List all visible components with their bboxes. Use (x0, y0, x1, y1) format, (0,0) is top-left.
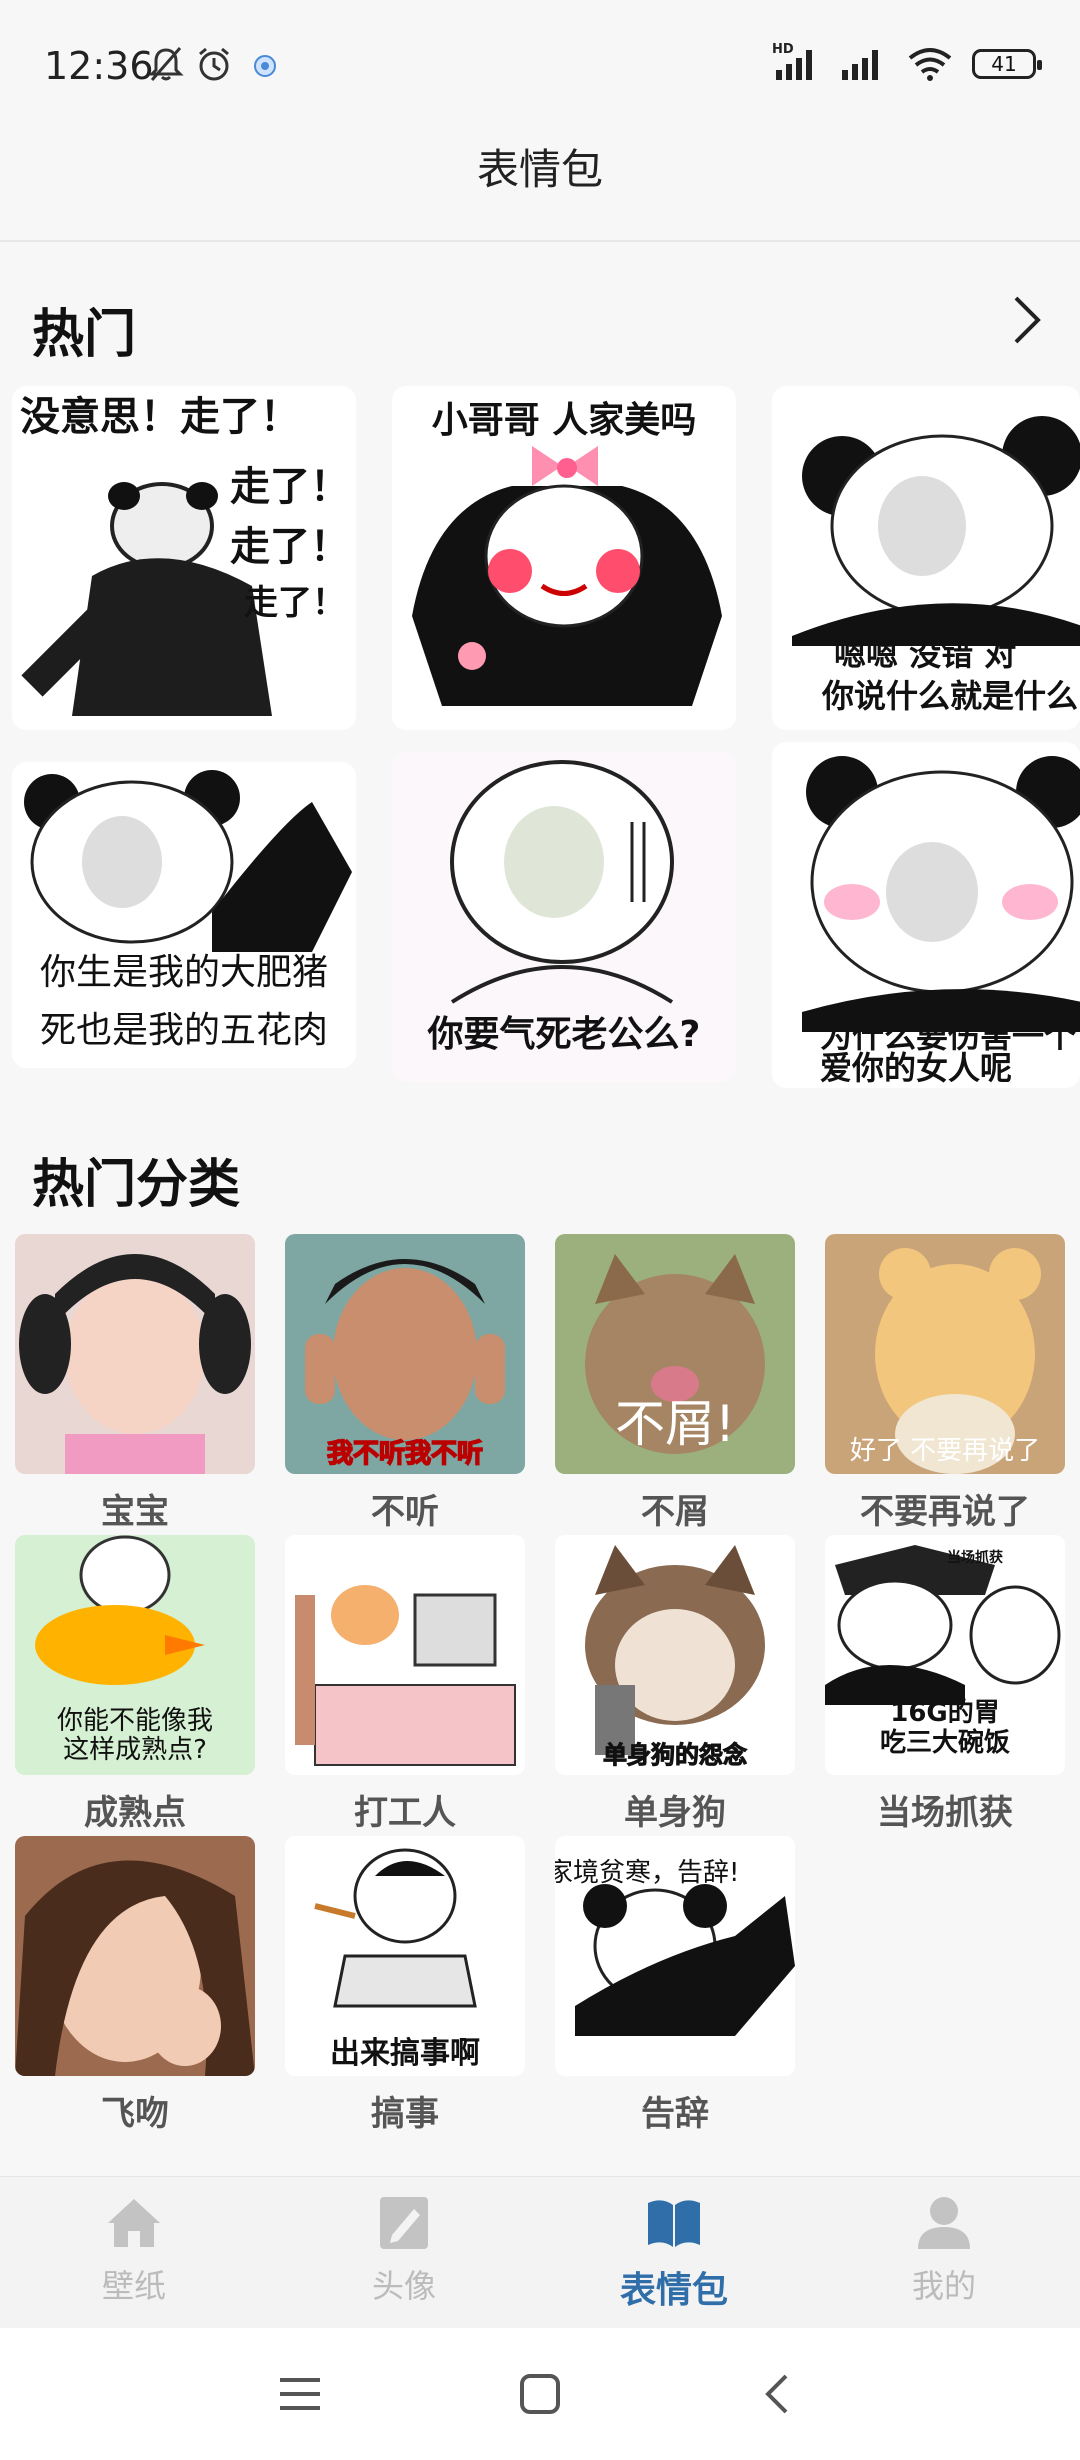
category-baby[interactable]: 宝宝 (15, 1234, 255, 1533)
meme-caption: 走了！ (230, 464, 350, 510)
category-worker[interactable]: 打工人 (285, 1535, 525, 1834)
book-icon (648, 2200, 700, 2247)
meme-caption: 小哥哥 人家美吗 (431, 400, 697, 441)
category-overlay-text: 单身狗的怨念 (603, 1741, 748, 1770)
network-type: HD (772, 42, 794, 57)
signal-hd-icon: HD (772, 42, 822, 82)
category-stop-talking[interactable]: 好了 不要再说了 不要再说了 (825, 1234, 1065, 1533)
category-label: 当场抓获 (877, 1793, 1013, 1833)
meme-caption: 你要气死老公么? (427, 1014, 701, 1055)
mute-bell-icon (148, 47, 184, 81)
category-thumb (285, 1535, 525, 1775)
category-label: 打工人 (354, 1793, 456, 1833)
category-farewell[interactable]: 家境贫寒，告辞! 告辞 (555, 1836, 795, 2135)
hot-meme-2[interactable]: 小哥哥 人家美吗 (392, 386, 736, 730)
signal-icon (842, 50, 878, 80)
meme-caption: 嗯嗯 没错 对 (834, 635, 1017, 673)
category-thumb: 单身狗的怨念 (555, 1535, 795, 1775)
category-thumb: 好了 不要再说了 (825, 1234, 1065, 1474)
menu-icon[interactable] (278, 2374, 322, 2414)
category-label: 不屑 (641, 1492, 709, 1532)
category-thumb: 当场抓获 16G的胃 吃三大碗饭 (825, 1535, 1065, 1775)
category-disdain[interactable]: 不屑! 不屑 (555, 1234, 795, 1533)
edit-icon (380, 2197, 428, 2249)
meme-caption: 死也是我的五花肉 (39, 1010, 328, 1051)
hot-meme-6[interactable]: 为什么要伤害一个 爱你的女人呢 (772, 742, 1080, 1088)
page-title: 表情包 (476, 145, 603, 194)
category-caught[interactable]: 当场抓获 16G的胃 吃三大碗饭 当场抓获 (825, 1535, 1065, 1834)
category-overlay-text: 不屑! (614, 1395, 736, 1453)
category-overlay-text: 我不听我不听 (326, 1438, 484, 1470)
category-tag-text: 当场抓获 (947, 1550, 1003, 1566)
meme-caption: 你生是我的大肥猪 (39, 952, 328, 993)
system-nav-bar (0, 2328, 1080, 2460)
category-label: 搞事 (371, 2094, 439, 2134)
category-label: 成熟点 (84, 1793, 186, 1833)
user-icon (918, 2197, 970, 2249)
battery-indicator: 41 (972, 49, 1042, 79)
home-icon (108, 2199, 160, 2247)
category-thumb: 家境贫寒，告辞! (555, 1836, 795, 2076)
hot-meme-4[interactable]: 你生是我的大肥猪 死也是我的五花肉 (12, 762, 356, 1068)
category-thumb: 你能不能像我 这样成熟点? (15, 1535, 255, 1775)
nav-label: 表情包 (619, 2270, 728, 2311)
nav-item-wallpaper[interactable]: 壁纸 (44, 2195, 224, 2307)
meme-caption: 你说什么就是什么 (822, 677, 1079, 715)
meme-caption: 走了！ (244, 583, 346, 623)
category-thumb (15, 1234, 255, 1474)
category-kiss[interactable]: 飞吻 (15, 1836, 255, 2135)
categories-section-title: 热门分类 (32, 1155, 241, 1215)
nav-item-avatar[interactable]: 头像 (314, 2195, 494, 2307)
meme-caption: 没意思！走了！ (20, 394, 300, 440)
category-thumb: 我不听我不听 (285, 1234, 525, 1474)
category-label: 单身狗 (624, 1793, 726, 1833)
hot-meme-5[interactable]: 你要气死老公么? (392, 752, 736, 1082)
nav-label: 壁纸 (101, 2267, 166, 2305)
app-notification-icon (254, 55, 276, 77)
hot-section-title: 热门 (32, 305, 137, 365)
meme-caption: 走了！ (230, 524, 350, 570)
category-overlay-text: 好了 不要再说了 (849, 1436, 1041, 1466)
category-label: 宝宝 (101, 1492, 169, 1532)
title-bar: 表情包 (0, 130, 1080, 240)
nav-item-me[interactable]: 我的 (854, 2195, 1034, 2307)
alarm-icon (199, 47, 229, 81)
battery-level: 41 (991, 52, 1017, 76)
category-thumb: 不屑! (555, 1234, 795, 1474)
category-mature[interactable]: 你能不能像我 这样成熟点? 成熟点 (15, 1535, 255, 1834)
bottom-nav: 壁纸 头像 表情包 我的 (0, 2176, 1080, 2329)
meme-caption: 爱你的女人呢 (820, 1049, 1013, 1087)
category-troublemaker[interactable]: 出来搞事啊 搞事 (285, 1836, 525, 2135)
chevron-right-icon[interactable] (1002, 290, 1050, 350)
category-overlay-text: 出来搞事啊 (330, 2036, 480, 2071)
hot-meme-3[interactable]: 嗯嗯 没错 对 你说什么就是什么 (772, 386, 1080, 730)
category-label: 不听 (371, 1492, 439, 1532)
status-time: 12:36 (44, 44, 154, 88)
category-thumb: 出来搞事啊 (285, 1836, 525, 2076)
category-label: 告辞 (641, 2094, 709, 2134)
hot-meme-1[interactable]: 没意思！走了！ 走了！ 走了！ 走了！ (12, 386, 356, 730)
category-overlay-text: 你能不能像我 这样成熟点? (56, 1706, 213, 1765)
home-button-icon[interactable] (518, 2372, 562, 2416)
back-icon[interactable] (758, 2372, 798, 2416)
status-bar: 12:36 HD 41 (0, 0, 1080, 130)
status-right: HD 41 (772, 42, 1042, 82)
category-not-listening[interactable]: 我不听我不听 不听 (285, 1234, 525, 1533)
nav-label: 头像 (371, 2267, 436, 2305)
category-overlay-text: 16G的胃 吃三大碗饭 (879, 1698, 1010, 1758)
category-overlay-text: 家境贫寒，告辞! (555, 1858, 740, 1888)
wifi-icon (908, 48, 952, 81)
title-divider (0, 240, 1080, 242)
category-label: 飞吻 (101, 2094, 169, 2134)
category-single-dog[interactable]: 单身狗的怨念 单身狗 (555, 1535, 795, 1834)
category-label: 不要再说了 (860, 1492, 1030, 1532)
category-thumb (15, 1836, 255, 2076)
nav-label: 我的 (911, 2267, 976, 2305)
nav-item-stickers[interactable]: 表情包 (584, 2195, 764, 2313)
